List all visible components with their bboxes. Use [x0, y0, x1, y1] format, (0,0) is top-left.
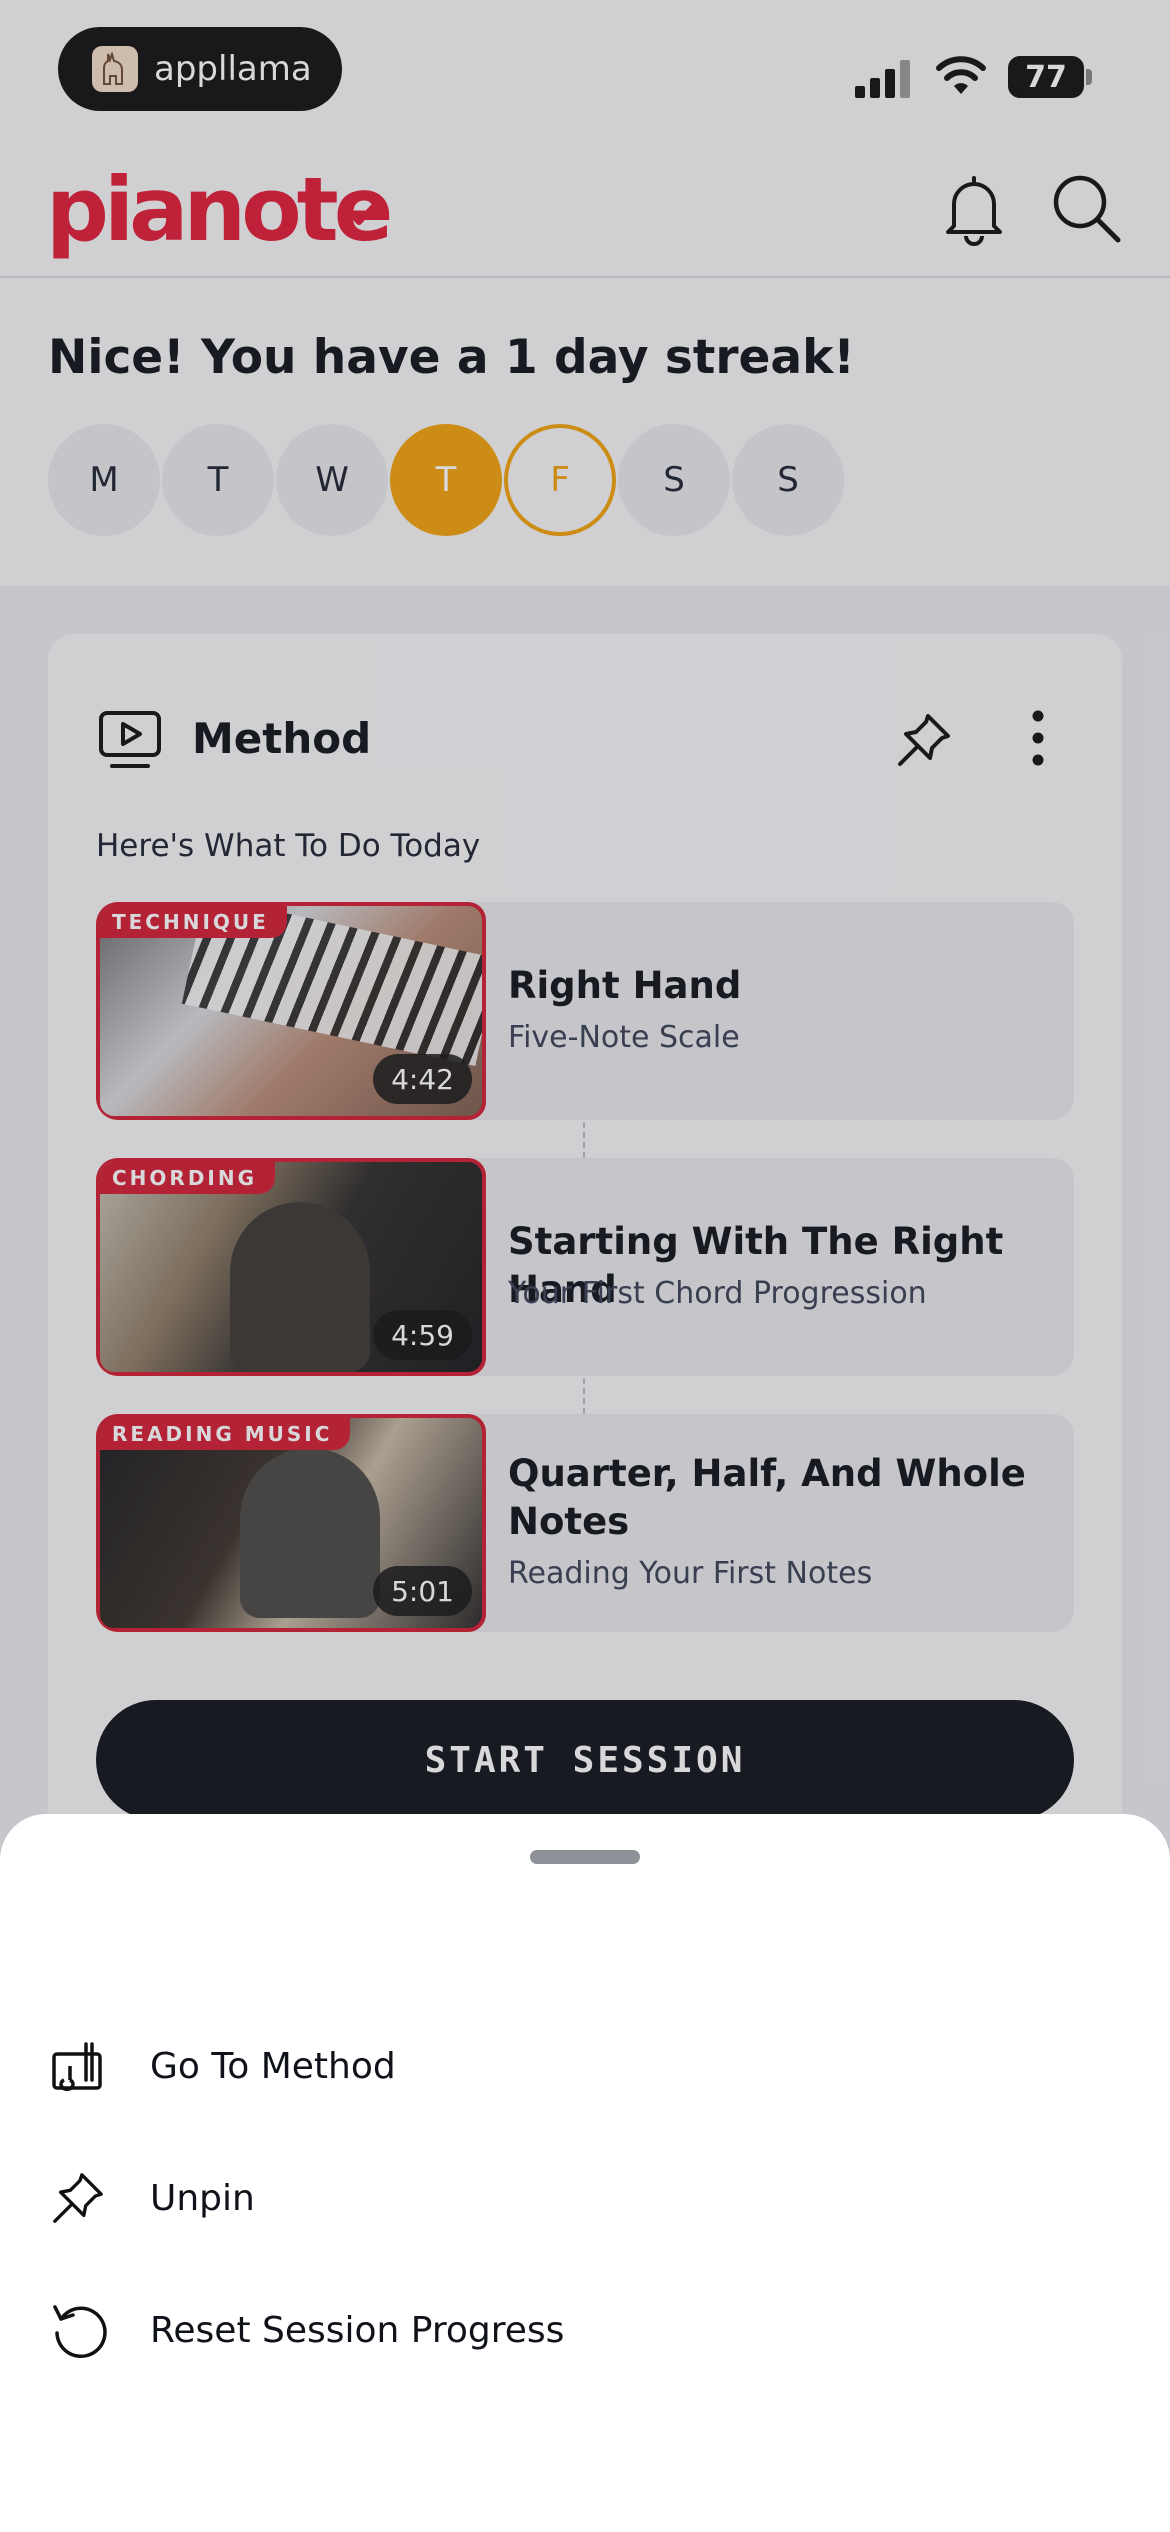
option-label: Go To Method	[150, 2045, 396, 2087]
reset-session-progress-option[interactable]: Reset Session Progress	[48, 2280, 1122, 2380]
go-to-method-option[interactable]: Go To Method	[48, 2016, 1122, 2116]
reset-icon	[48, 2300, 108, 2360]
options-bottom-sheet: Go To Method Unpin Reset Session Progres…	[0, 1814, 1170, 2532]
sheet-grabber[interactable]	[530, 1850, 640, 1864]
pin-icon	[48, 2168, 108, 2228]
method-icon	[48, 2036, 108, 2096]
unpin-option[interactable]: Unpin	[48, 2148, 1122, 2248]
option-label: Reset Session Progress	[150, 2309, 565, 2351]
option-label: Unpin	[150, 2177, 255, 2219]
